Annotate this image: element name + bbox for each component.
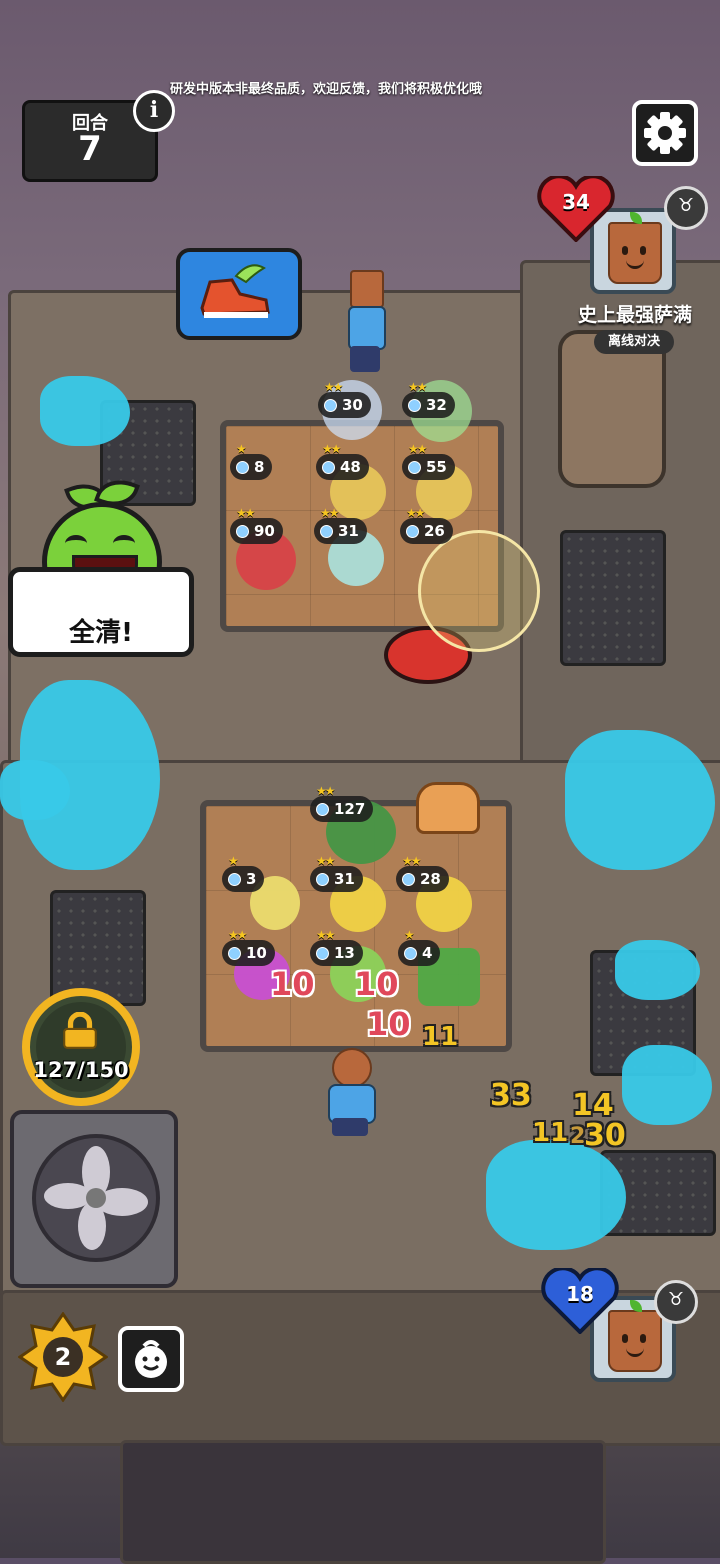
damage-number: 11 [422, 1022, 459, 1052]
damage-number: 10 [354, 965, 399, 1003]
bull-head-icon: ♉ [664, 186, 708, 230]
unit-power: 3 [222, 866, 265, 892]
bread-item [416, 782, 480, 834]
round-number: 7 [78, 129, 102, 169]
match-mode: 离线对决 [594, 330, 674, 354]
unit-power: 55 [402, 454, 455, 480]
unit-power: 8 [230, 454, 273, 480]
player-health: 18 [566, 1282, 594, 1306]
paint-splash [622, 1045, 712, 1125]
opponent-health: 34 [562, 190, 590, 214]
floor-plate [50, 890, 146, 1006]
damage-number: 10 [270, 965, 315, 1003]
unit-power: 13 [310, 940, 363, 966]
player-avatar [318, 1046, 382, 1136]
dev-notice: 研发中版本非最终品质，欢迎反馈，我们将积极优化哦 [170, 82, 483, 97]
paint-splash [0, 760, 70, 820]
damage-number: 10 [366, 1005, 411, 1043]
fan-icon [32, 1134, 160, 1262]
player-level[interactable]: 2 [43, 1337, 83, 1377]
floor-plate [560, 530, 666, 666]
info-icon[interactable]: i [133, 90, 175, 132]
smiley-icon [135, 1340, 167, 1378]
opponent-avatar [336, 270, 396, 380]
opponent-name: 史上最强萨满 [577, 304, 692, 326]
gear-icon [644, 112, 686, 154]
clear-banner: 全清! [8, 567, 194, 657]
bull-head-icon: ♉ [654, 1280, 698, 1324]
lock-icon [63, 1012, 97, 1049]
damage-number: 30 [584, 1118, 626, 1153]
player-health-heart: 18 [540, 1266, 620, 1335]
roof-bottom [120, 1440, 606, 1564]
fan-unit [10, 1110, 178, 1288]
paint-splash [486, 1140, 626, 1250]
damage-number: 33 [490, 1078, 532, 1113]
damage-number: 11 [532, 1118, 569, 1148]
emote-button[interactable] [118, 1326, 184, 1392]
unit-power: 30 [318, 392, 371, 418]
winged-shoe-icon [200, 264, 270, 318]
unit-power: 90 [230, 518, 283, 544]
unit-power: 10 [222, 940, 275, 966]
unit-power: 4 [398, 940, 441, 966]
unit-power: 32 [402, 392, 455, 418]
unit-power: 127 [310, 796, 374, 822]
unlock-progress-text: 127/150 [33, 1058, 129, 1082]
paint-splash [40, 376, 130, 446]
item-card[interactable] [176, 248, 302, 340]
opponent-health-heart: 34 [536, 174, 616, 243]
unit-power: 28 [396, 866, 449, 892]
unit-power: 48 [316, 454, 369, 480]
paint-splash [615, 940, 700, 1000]
paint-splash [565, 730, 715, 870]
unit-power: 31 [314, 518, 367, 544]
flowerpot-avatar [608, 212, 662, 284]
unit-power: 26 [400, 518, 453, 544]
orb-decoration [418, 530, 540, 652]
unit-power: 31 [310, 866, 363, 892]
settings-button[interactable] [632, 100, 698, 166]
